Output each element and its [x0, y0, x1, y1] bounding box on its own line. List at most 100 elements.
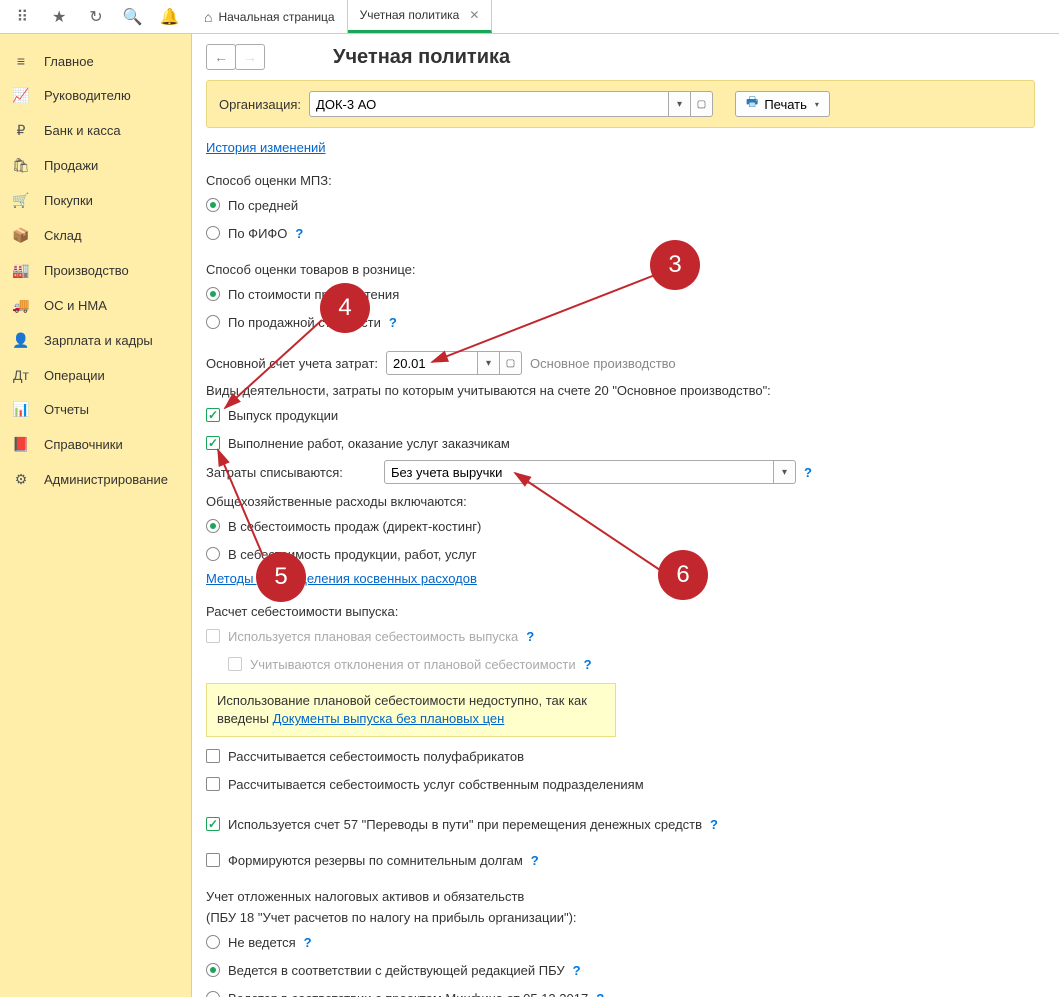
- help-icon[interactable]: ?: [804, 465, 812, 480]
- overhead-label: Общехозяйственные расходы включаются:: [206, 494, 1035, 509]
- org-open-icon[interactable]: ▢: [691, 91, 713, 117]
- sidebar-item-5[interactable]: 📦Склад: [0, 218, 191, 253]
- sidebar-item-8[interactable]: 👤 Зарплата и кадры: [0, 323, 191, 358]
- apps-icon[interactable]: ⠿: [12, 7, 32, 27]
- print-button[interactable]: 🖶 Печать ▾: [735, 91, 830, 117]
- retail-cost-radio[interactable]: [206, 287, 220, 301]
- sidebar-item-10[interactable]: 📊Отчеты: [0, 392, 191, 427]
- search-icon[interactable]: 🔍: [123, 7, 143, 27]
- factory-icon: 🏭: [12, 262, 30, 279]
- overhead-opt1: В себестоимость продаж (директ-костинг): [228, 519, 481, 534]
- bell-icon[interactable]: 🔔: [160, 7, 180, 27]
- sidebar-item-6[interactable]: 🏭Производство: [0, 253, 191, 288]
- deferred-none-radio[interactable]: [206, 935, 220, 949]
- deferred-project-radio[interactable]: [206, 991, 220, 997]
- activity-services-check[interactable]: [206, 436, 220, 450]
- mpz-opt1: По средней: [228, 198, 298, 213]
- sidebar-label: Справочники: [44, 437, 123, 452]
- activity-opt2: Выполнение работ, оказание услуг заказчи…: [228, 436, 510, 451]
- internal-services-check[interactable]: [206, 777, 220, 791]
- writeoff-select[interactable]: [384, 460, 774, 484]
- cart-icon: 🛒: [12, 192, 30, 209]
- deviation-check: [228, 657, 242, 671]
- planned-cost-check: [206, 629, 220, 643]
- mpz-opt2: По ФИФО: [228, 226, 287, 241]
- help-icon[interactable]: ?: [304, 935, 312, 950]
- help-icon[interactable]: ?: [573, 963, 581, 978]
- methods-link[interactable]: Методы распределения косвенных расходов: [206, 571, 477, 586]
- sidebar-item-9[interactable]: ДтОперации: [0, 358, 191, 392]
- activity-opt1: Выпуск продукции: [228, 408, 338, 423]
- sidebar-item-4[interactable]: 🛒Покупки: [0, 183, 191, 218]
- help-icon[interactable]: ?: [526, 629, 534, 644]
- cost-account-input[interactable]: [386, 351, 478, 375]
- deferred-label1: Учет отложенных налоговых активов и обяз…: [206, 889, 1035, 904]
- warn-link[interactable]: Документы выпуска без плановых цен: [273, 711, 505, 726]
- tab-accounting-policy[interactable]: Учетная политика ✕: [348, 0, 493, 33]
- sidebar-item-1[interactable]: 📈Руководителю: [0, 78, 191, 113]
- sidebar-item-11[interactable]: 📕Справочники: [0, 427, 191, 462]
- help-icon[interactable]: ?: [295, 226, 303, 241]
- back-button[interactable]: ←: [206, 44, 236, 70]
- open-icon[interactable]: ▢: [500, 351, 522, 375]
- sidebar-item-0[interactable]: ≡Главное: [0, 44, 191, 78]
- tab-home[interactable]: ⌂ Начальная страница: [192, 0, 348, 33]
- reserves-check[interactable]: [206, 853, 220, 867]
- overhead-cost-radio[interactable]: [206, 547, 220, 561]
- sidebar-label: Главное: [44, 54, 94, 69]
- deferred-opt1: Не ведется: [228, 935, 296, 950]
- deferred-label2: (ПБУ 18 "Учет расчетов по налогу на приб…: [206, 910, 1035, 925]
- activity-production-check[interactable]: [206, 408, 220, 422]
- sidebar-label: Продажи: [44, 158, 98, 173]
- org-input[interactable]: [309, 91, 669, 117]
- costcalc-opt4: Рассчитывается себестоимость услуг собст…: [228, 777, 644, 792]
- dropdown-icon[interactable]: ▾: [478, 351, 500, 375]
- sidebar-item-7[interactable]: 🚚ОС и НМА: [0, 288, 191, 323]
- warning-box: Использование плановой себестоимости нед…: [206, 683, 616, 737]
- person-icon: 👤: [12, 332, 30, 349]
- deferred-current-radio[interactable]: [206, 963, 220, 977]
- help-icon[interactable]: ?: [596, 991, 604, 997]
- sidebar-label: Банк и касса: [44, 123, 121, 138]
- forward-button[interactable]: →: [235, 44, 265, 70]
- help-icon[interactable]: ?: [531, 853, 539, 868]
- retail-sale-radio[interactable]: [206, 315, 220, 329]
- callout-5: 5: [256, 552, 306, 602]
- costcalc-label: Расчет себестоимости выпуска:: [206, 604, 1035, 619]
- gear-icon: ⚙: [12, 471, 30, 488]
- help-icon[interactable]: ?: [710, 817, 718, 832]
- org-dropdown-icon[interactable]: ▾: [669, 91, 691, 117]
- cost-account-desc: Основное производство: [530, 356, 676, 371]
- page-title: Учетная политика: [333, 46, 510, 69]
- sidebar-item-3[interactable]: 🛍 Продажи: [0, 148, 191, 183]
- account57-check[interactable]: [206, 817, 220, 831]
- sidebar-label: Склад: [44, 228, 82, 243]
- sidebar-label: Администрирование: [44, 472, 168, 487]
- semifinished-check[interactable]: [206, 749, 220, 763]
- history-icon[interactable]: ↻: [86, 7, 106, 27]
- mpz-label: Способ оценки МПЗ:: [206, 173, 1035, 188]
- sidebar-label: ОС и НМА: [44, 298, 107, 313]
- deferred-opt2: Ведется в соответствии с действующей ред…: [228, 963, 565, 978]
- organization-bar: Организация: ▾ ▢ 🖶 Печать ▾: [206, 80, 1035, 128]
- star-icon[interactable]: ★: [49, 7, 69, 27]
- callout-6: 6: [658, 550, 708, 600]
- dropdown-icon[interactable]: ▾: [774, 460, 796, 484]
- history-link[interactable]: История изменений: [206, 140, 326, 155]
- close-icon[interactable]: ✕: [469, 8, 479, 22]
- tab-home-label: Начальная страница: [218, 10, 334, 24]
- sidebar-item-2[interactable]: ₽ Банк и касса: [0, 113, 191, 148]
- mpz-fifo-radio[interactable]: [206, 226, 220, 240]
- sidebar-item-12[interactable]: ⚙ Администрирование: [0, 462, 191, 497]
- mpz-average-radio[interactable]: [206, 198, 220, 212]
- help-icon[interactable]: ?: [389, 315, 397, 330]
- sidebar-label: Зарплата и кадры: [44, 333, 153, 348]
- costcalc-opt2: Учитываются отклонения от плановой себес…: [250, 657, 576, 672]
- ruble-icon: ₽: [12, 122, 30, 139]
- help-icon[interactable]: ?: [584, 657, 592, 672]
- overhead-direct-radio[interactable]: [206, 519, 220, 533]
- main-content: ← → Учетная политика Организация: ▾ ▢ 🖶 …: [192, 34, 1059, 997]
- sidebar-label: Операции: [44, 368, 105, 383]
- bag-icon: 🛍: [12, 157, 30, 174]
- retail-label: Способ оценки товаров в рознице:: [206, 262, 1035, 277]
